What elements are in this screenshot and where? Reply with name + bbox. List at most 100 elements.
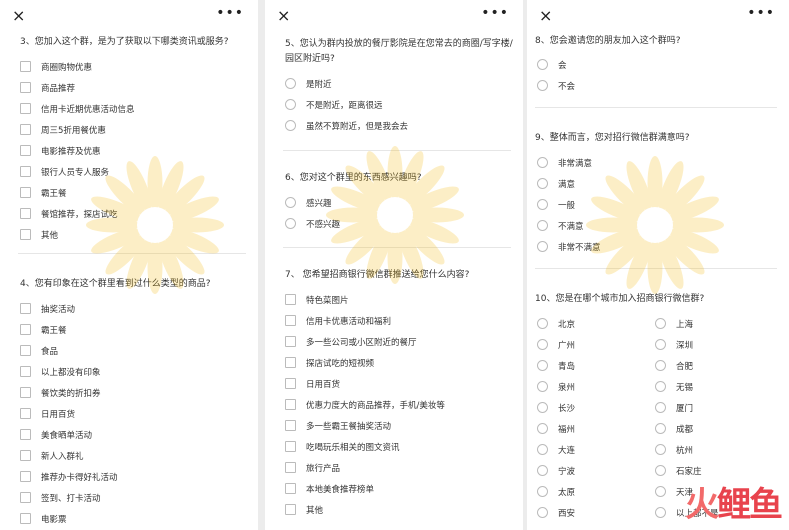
- checkbox[interactable]: [20, 387, 31, 398]
- checkbox[interactable]: [20, 513, 31, 524]
- radio-button[interactable]: [537, 178, 548, 189]
- option-item[interactable]: 虽然不算附近，但是我会去: [285, 115, 408, 136]
- option-item[interactable]: 电影推荐及优惠: [20, 140, 135, 161]
- option-item[interactable]: 电影票: [20, 508, 118, 529]
- option-item[interactable]: 宁波: [537, 460, 655, 481]
- radio-button[interactable]: [285, 78, 296, 89]
- checkbox[interactable]: [20, 345, 31, 356]
- checkbox[interactable]: [285, 336, 296, 347]
- checkbox[interactable]: [20, 429, 31, 440]
- option-item[interactable]: 不感兴趣: [285, 213, 340, 234]
- option-item[interactable]: 商圈购物优惠: [20, 56, 135, 77]
- option-item[interactable]: 北京: [537, 313, 655, 334]
- option-item[interactable]: 旅行产品: [285, 457, 445, 478]
- option-item[interactable]: 以上都没有印象: [20, 361, 118, 382]
- option-item[interactable]: 餐饮类的折扣券: [20, 382, 118, 403]
- radio-button[interactable]: [537, 381, 548, 392]
- option-item[interactable]: 探店试吃的短视频: [285, 352, 445, 373]
- radio-button[interactable]: [537, 360, 548, 371]
- checkbox[interactable]: [20, 82, 31, 93]
- radio-button[interactable]: [537, 507, 548, 518]
- checkbox[interactable]: [20, 450, 31, 461]
- option-item[interactable]: 青岛: [537, 355, 655, 376]
- radio-button[interactable]: [537, 241, 548, 252]
- checkbox[interactable]: [20, 471, 31, 482]
- option-item[interactable]: 大连: [537, 439, 655, 460]
- radio-button[interactable]: [655, 381, 666, 392]
- more-icon[interactable]: •••: [747, 5, 775, 21]
- radio-button[interactable]: [537, 486, 548, 497]
- checkbox[interactable]: [20, 303, 31, 314]
- close-icon[interactable]: ×: [12, 6, 25, 26]
- option-item[interactable]: 推荐办卡得好礼活动: [20, 466, 118, 487]
- checkbox[interactable]: [20, 229, 31, 240]
- option-item[interactable]: 石家庄: [655, 460, 773, 481]
- radio-button[interactable]: [655, 507, 666, 518]
- radio-button[interactable]: [537, 157, 548, 168]
- radio-button[interactable]: [537, 59, 548, 70]
- radio-button[interactable]: [655, 444, 666, 455]
- checkbox[interactable]: [285, 420, 296, 431]
- option-item[interactable]: 不满意: [537, 215, 601, 236]
- radio-button[interactable]: [537, 444, 548, 455]
- option-item[interactable]: 厦门: [655, 397, 773, 418]
- option-item[interactable]: 满意: [537, 173, 601, 194]
- more-icon[interactable]: •••: [481, 5, 509, 21]
- option-item[interactable]: 日用百货: [285, 373, 445, 394]
- radio-button[interactable]: [537, 423, 548, 434]
- radio-button[interactable]: [537, 220, 548, 231]
- checkbox[interactable]: [285, 483, 296, 494]
- option-item[interactable]: 信用卡优惠活动和福利: [285, 310, 445, 331]
- option-item[interactable]: 多一些公司或小区附近的餐厅: [285, 331, 445, 352]
- radio-button[interactable]: [537, 199, 548, 210]
- radio-button[interactable]: [655, 486, 666, 497]
- option-item[interactable]: 日用百货: [20, 403, 118, 424]
- option-item[interactable]: 新人入群礼: [20, 445, 118, 466]
- option-item[interactable]: 是附近: [285, 73, 408, 94]
- radio-button[interactable]: [285, 197, 296, 208]
- option-item[interactable]: 银行人员专人服务: [20, 161, 135, 182]
- option-item[interactable]: 天津: [655, 481, 773, 502]
- option-item[interactable]: 以上都不是: [655, 502, 773, 523]
- radio-button[interactable]: [655, 423, 666, 434]
- more-icon[interactable]: •••: [216, 5, 244, 21]
- checkbox[interactable]: [20, 145, 31, 156]
- option-item[interactable]: 信用卡近期优惠活动信息: [20, 98, 135, 119]
- option-item[interactable]: 无锡: [655, 376, 773, 397]
- option-item[interactable]: 食品: [20, 340, 118, 361]
- radio-button[interactable]: [655, 318, 666, 329]
- checkbox[interactable]: [285, 441, 296, 452]
- option-item[interactable]: 非常不满意: [537, 236, 601, 257]
- radio-button[interactable]: [537, 465, 548, 476]
- option-item[interactable]: 美食晒单活动: [20, 424, 118, 445]
- radio-button[interactable]: [655, 402, 666, 413]
- radio-button[interactable]: [537, 339, 548, 350]
- option-item[interactable]: 广州: [537, 334, 655, 355]
- close-icon[interactable]: ×: [277, 6, 290, 26]
- checkbox[interactable]: [20, 103, 31, 114]
- radio-button[interactable]: [285, 99, 296, 110]
- radio-button[interactable]: [537, 402, 548, 413]
- option-item[interactable]: 合肥: [655, 355, 773, 376]
- checkbox[interactable]: [285, 399, 296, 410]
- radio-button[interactable]: [655, 465, 666, 476]
- option-item[interactable]: 其他: [285, 499, 445, 520]
- option-item[interactable]: 特色菜图片: [285, 289, 445, 310]
- checkbox[interactable]: [20, 124, 31, 135]
- radio-button[interactable]: [655, 360, 666, 371]
- option-item[interactable]: 周三5折用餐优惠: [20, 119, 135, 140]
- radio-button[interactable]: [285, 218, 296, 229]
- checkbox[interactable]: [285, 315, 296, 326]
- option-item[interactable]: 会: [537, 54, 575, 75]
- radio-button[interactable]: [655, 339, 666, 350]
- radio-button[interactable]: [537, 80, 548, 91]
- option-item[interactable]: 成都: [655, 418, 773, 439]
- option-item[interactable]: 一般: [537, 194, 601, 215]
- option-item[interactable]: 其他: [20, 224, 135, 245]
- option-item[interactable]: 长沙: [537, 397, 655, 418]
- option-item[interactable]: 太原: [537, 481, 655, 502]
- option-item[interactable]: 杭州: [655, 439, 773, 460]
- checkbox[interactable]: [285, 462, 296, 473]
- option-item[interactable]: 福州: [537, 418, 655, 439]
- option-item[interactable]: 霸王餐: [20, 182, 135, 203]
